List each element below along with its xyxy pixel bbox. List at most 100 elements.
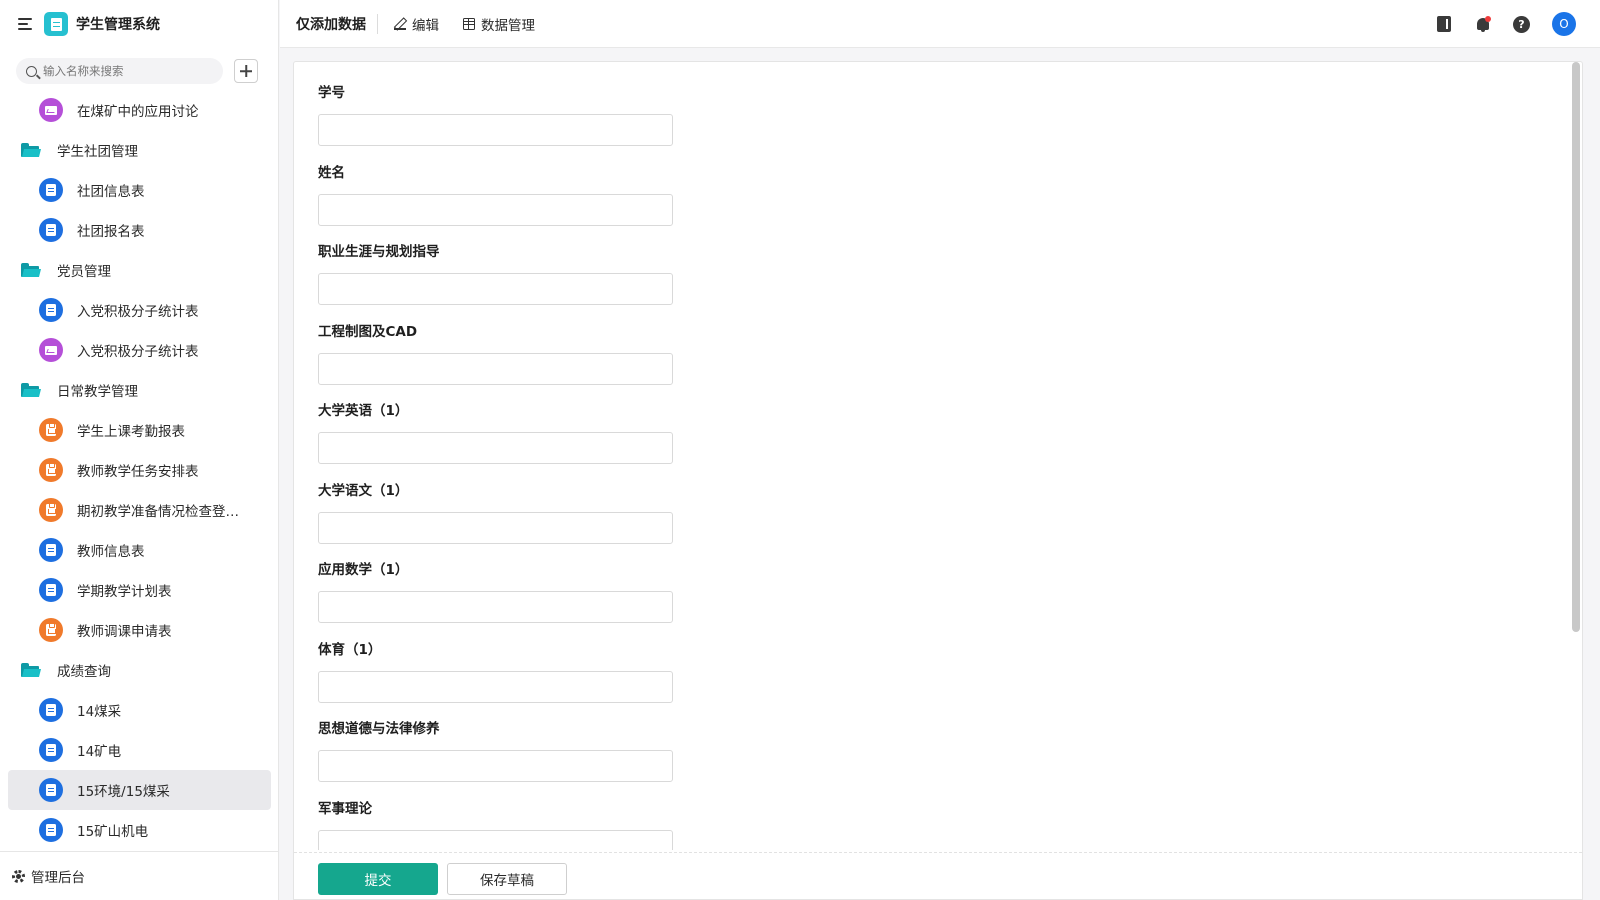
sidebar-item[interactable]: 学生上课考勤报表 (8, 410, 271, 450)
folder-icon (21, 143, 41, 157)
form-field: 大学语文（1） (318, 482, 673, 544)
edit-label: 编辑 (412, 17, 439, 34)
edit-button[interactable]: 编辑 (394, 14, 439, 34)
sidebar-item-label: 社团报名表 (77, 224, 145, 240)
admin-console-link[interactable]: 管理后台 (0, 851, 279, 900)
sidebar-item-label: 学生上课考勤报表 (77, 424, 185, 440)
folder-icon (21, 663, 41, 677)
bell-icon[interactable] (1475, 15, 1491, 33)
chart-icon (39, 338, 63, 362)
sidebar-item[interactable]: 社团报名表 (8, 210, 271, 250)
form-icon (39, 578, 63, 602)
sidebar-item-label: 党员管理 (57, 264, 111, 280)
form-icon (39, 298, 63, 322)
menu-collapse-icon[interactable] (18, 17, 34, 31)
sidebar-folder[interactable]: 成绩查询 (8, 650, 271, 690)
sidebar-item-label: 15环境/15煤采 (77, 784, 170, 800)
search-input[interactable] (43, 64, 203, 78)
form-field: 学号 (318, 84, 673, 146)
form-field: 工程制图及CAD (318, 323, 673, 385)
top-bar: 仅添加数据 编辑 数据管理 ? O (280, 0, 1600, 48)
form-card: 学号 姓名 职业生涯与规划指导 工程制图及CAD 大学英语（1） 大学语文（1） 应用数学（… (293, 61, 1583, 900)
sidebar: 学生管理系统 在煤矿中的应用讨论学生社团管理社团信息表社团报名表党员管理入党积极… (0, 0, 279, 900)
admin-console-label: 管理后台 (31, 870, 85, 886)
toolbar-divider (377, 13, 378, 34)
form-field: 应用数学（1） (318, 561, 673, 623)
field-input[interactable] (318, 750, 673, 782)
form-field: 思想道德与法律修养 (318, 720, 673, 782)
sidebar-item[interactable]: 在煤矿中的应用讨论 (8, 90, 271, 130)
form-scrollbar[interactable] (1572, 62, 1580, 632)
sidebar-item[interactable]: 社团信息表 (8, 170, 271, 210)
folder-icon (21, 383, 41, 397)
field-input[interactable] (318, 432, 673, 464)
data-manage-label: 数据管理 (481, 17, 535, 34)
field-label: 大学语文（1） (318, 482, 409, 499)
sidebar-item[interactable]: 期初教学准备情况检查登记表 (8, 490, 271, 530)
field-input[interactable] (318, 670, 673, 703)
flow-icon (39, 458, 63, 482)
app-logo-icon (44, 12, 68, 36)
field-label: 思想道德与法律修养 (318, 721, 440, 737)
sidebar-item-label: 教师调课申请表 (77, 624, 172, 640)
notification-dot (1485, 15, 1491, 22)
sidebar-item-label: 在煤矿中的应用讨论 (77, 104, 199, 120)
form-icon (39, 698, 63, 722)
sidebar-item-label: 成绩查询 (57, 664, 111, 680)
form-fields[interactable]: 学号 姓名 职业生涯与规划指导 工程制图及CAD 大学英语（1） 大学语文（1） 应用数学（… (294, 62, 1582, 850)
save-draft-button[interactable]: 保存草稿 (447, 863, 567, 895)
field-input[interactable] (318, 591, 673, 623)
form-field: 军事理论 (318, 800, 673, 850)
avatar[interactable]: O (1552, 12, 1576, 36)
sidebar-item-label: 教师信息表 (77, 544, 145, 560)
sidebar-item[interactable]: 15环境/15煤采 (8, 770, 271, 810)
sidebar-item-label: 15矿山机电 (77, 824, 149, 840)
page-title: 仅添加数据 (296, 16, 366, 33)
sidebar-item-label: 学生社团管理 (57, 144, 138, 160)
toolbar-actions: ? O (1437, 12, 1576, 36)
form-field: 大学英语（1） (318, 402, 673, 464)
field-label: 学号 (318, 85, 345, 101)
sidebar-item[interactable]: 教师信息表 (8, 530, 271, 570)
search-row (16, 58, 258, 84)
form-field: 姓名 (318, 164, 673, 226)
field-input[interactable] (318, 511, 673, 544)
sidebar-item-label: 日常教学管理 (57, 384, 138, 400)
field-label: 工程制图及CAD (318, 323, 418, 340)
sidebar-item[interactable]: 入党积极分子统计表 (8, 290, 271, 330)
help-icon[interactable]: ? (1513, 15, 1530, 33)
sidebar-item[interactable]: 15矿山机电 (8, 810, 271, 850)
form-icon (39, 178, 63, 202)
sidebar-folder[interactable]: 学生社团管理 (8, 130, 271, 170)
search-box[interactable] (16, 58, 223, 84)
data-manage-button[interactable]: 数据管理 (463, 14, 535, 34)
field-input[interactable] (318, 193, 673, 226)
sidebar-item[interactable]: 入党积极分子统计表 (8, 330, 271, 370)
gear-icon (12, 869, 25, 883)
form-icon (39, 538, 63, 562)
field-input[interactable] (318, 829, 673, 850)
sidebar-item[interactable]: 14矿电 (8, 730, 271, 770)
sidebar-item-label: 14煤采 (77, 704, 122, 720)
sidebar-item[interactable]: 学期教学计划表 (8, 570, 271, 610)
edit-icon (394, 18, 406, 30)
notebook-icon[interactable] (1437, 16, 1451, 32)
form-icon (39, 778, 63, 802)
field-input[interactable] (318, 273, 673, 305)
field-input[interactable] (318, 114, 673, 146)
sidebar-item[interactable]: 教师教学任务安排表 (8, 450, 271, 490)
add-item-button[interactable] (234, 59, 258, 83)
nav-list: 在煤矿中的应用讨论学生社团管理社团信息表社团报名表党员管理入党积极分子统计表 入党… (0, 90, 279, 850)
search-icon (26, 65, 37, 77)
sidebar-folder[interactable]: 党员管理 (8, 250, 271, 290)
field-label: 大学英语（1） (318, 403, 409, 419)
field-input[interactable] (318, 352, 673, 385)
form-icon (39, 818, 63, 842)
field-label: 应用数学（1） (318, 562, 409, 578)
form-footer: 提交 保存草稿 (294, 852, 1582, 899)
submit-button[interactable]: 提交 (318, 863, 438, 895)
sidebar-item[interactable]: 14煤采 (8, 690, 271, 730)
sidebar-folder[interactable]: 日常教学管理 (8, 370, 271, 410)
form-field: 体育（1） (318, 641, 673, 703)
sidebar-item[interactable]: 教师调课申请表 (8, 610, 271, 650)
